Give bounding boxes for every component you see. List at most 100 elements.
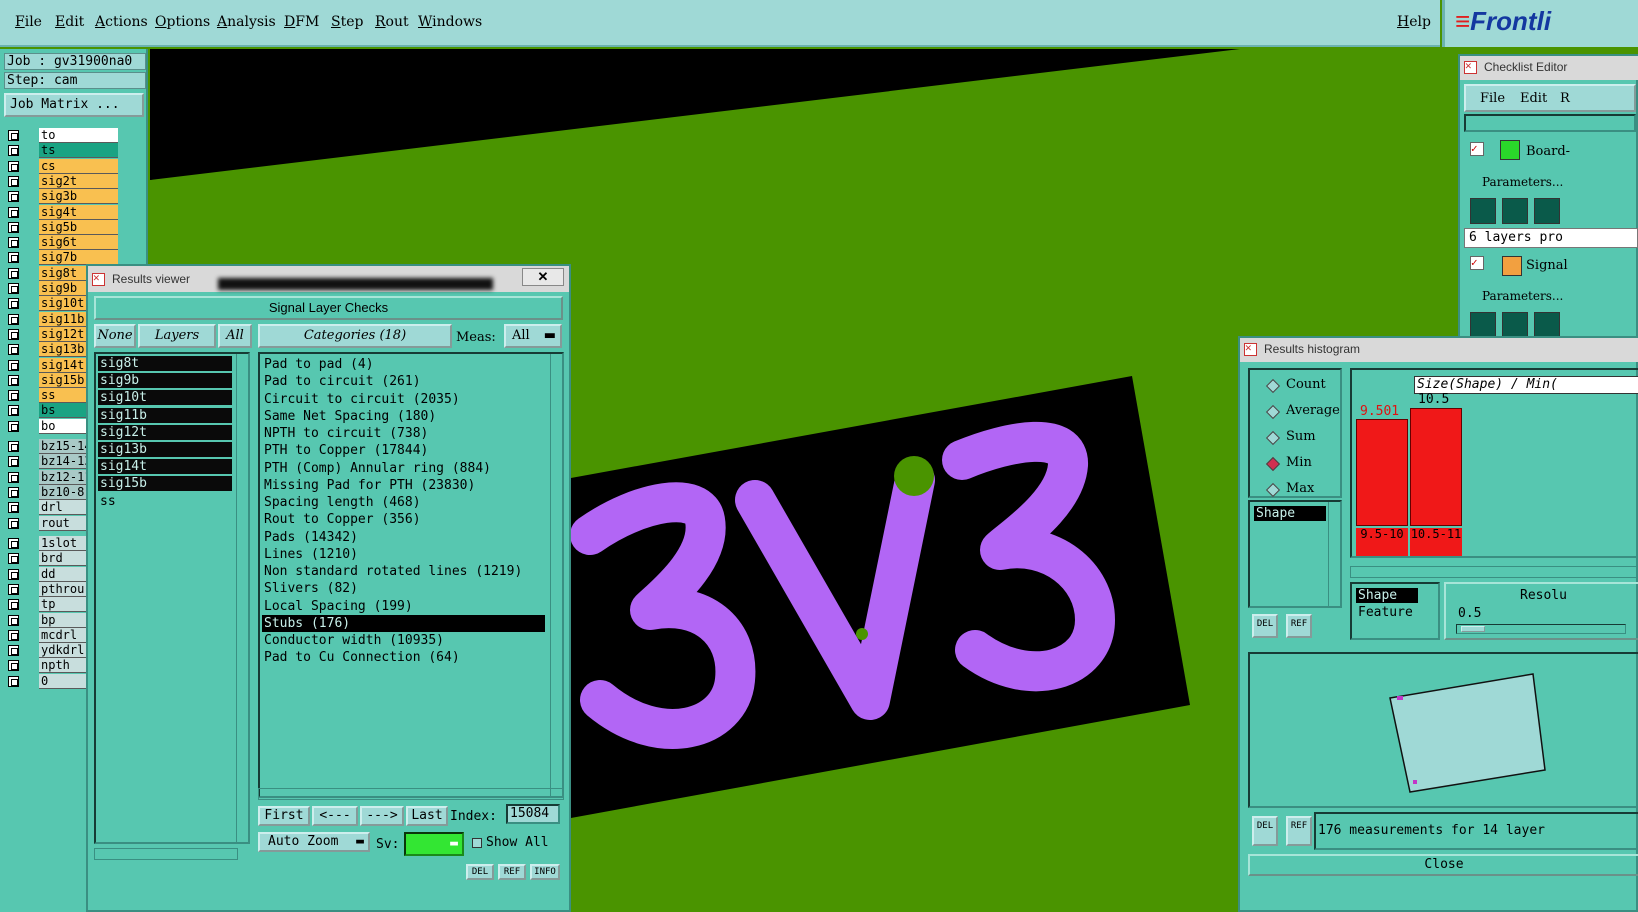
action-icon-3[interactable] xyxy=(1534,198,1560,224)
ce-menu-file[interactable]: File xyxy=(1480,91,1505,106)
sv-color-dropdown[interactable]: ▬ xyxy=(404,832,464,856)
action-icon-6[interactable] xyxy=(1534,312,1560,338)
layer-name[interactable]: sig2t xyxy=(39,173,118,189)
none-button[interactable]: None xyxy=(94,324,136,348)
histogram-bar-2[interactable] xyxy=(1410,408,1462,526)
radio-sum[interactable]: Sum xyxy=(1264,428,1364,446)
layer-checkbox[interactable] xyxy=(8,645,19,657)
histogram-titlebar[interactable]: Results histogram xyxy=(1240,338,1638,362)
shape-list-scrollbar[interactable] xyxy=(1328,502,1340,606)
layer-checkbox[interactable] xyxy=(8,374,19,386)
shape-list-item[interactable]: Shape xyxy=(1254,506,1326,521)
results-viewer-titlebar[interactable]: Results viewer ✕ xyxy=(88,266,569,292)
layer-checkbox[interactable] xyxy=(8,175,19,187)
category-item[interactable]: Conductor width (10935) xyxy=(262,632,545,649)
last-button[interactable]: Last xyxy=(406,806,448,826)
action-icon-5[interactable] xyxy=(1502,312,1528,338)
layer-checkbox[interactable] xyxy=(8,471,19,483)
layer-row[interactable]: sig4t xyxy=(6,204,118,220)
layer-checkbox[interactable] xyxy=(8,441,19,452)
layer-checkbox[interactable] xyxy=(8,456,19,468)
layer-name[interactable]: to xyxy=(39,128,118,143)
radio-average[interactable]: Average xyxy=(1264,402,1364,420)
category-list[interactable]: Pad to pad (4) Pad to circuit (261) Circui… xyxy=(258,352,564,798)
category-item[interactable]: Rout to Copper (356) xyxy=(262,511,545,528)
layer-name[interactable]: sig6t xyxy=(39,235,118,251)
category-item[interactable]: Pads (14342) xyxy=(262,529,545,546)
field-feature[interactable]: Feature xyxy=(1356,605,1426,620)
category-list-hscrollbar[interactable] xyxy=(258,788,564,800)
layer-checkbox[interactable] xyxy=(8,502,19,514)
layer-checkbox[interactable] xyxy=(8,660,19,672)
prev-button[interactable]: <--- xyxy=(312,806,358,826)
category-item[interactable]: PTH to Copper (17844) xyxy=(262,442,545,459)
layer-checkbox[interactable] xyxy=(8,553,19,565)
show-all-checkbox[interactable] xyxy=(472,838,482,848)
check-icon[interactable]: ✓ xyxy=(1470,256,1484,270)
category-item[interactable]: Pad to circuit (261) xyxy=(262,373,545,390)
result-layer-item[interactable]: sig13b xyxy=(98,442,232,457)
hist-del-button[interactable]: DEL xyxy=(1252,614,1278,638)
category-item[interactable]: Local Spacing (199) xyxy=(262,598,545,615)
category-item[interactable]: Pad to Cu Connection (64) xyxy=(262,649,545,666)
layer-checkbox[interactable] xyxy=(8,405,19,417)
field-list[interactable]: Shape Feature xyxy=(1350,582,1440,640)
layer-checkbox[interactable] xyxy=(8,420,19,432)
category-item[interactable]: Circuit to circuit (2035) xyxy=(262,391,545,408)
del-button[interactable]: DEL xyxy=(466,864,494,880)
category-item[interactable]: Stubs (176) xyxy=(262,614,545,632)
checklist-editor-titlebar[interactable]: Checklist Editor xyxy=(1460,56,1638,80)
layer-checkbox[interactable] xyxy=(8,359,19,371)
layer-row[interactable]: sig2t xyxy=(6,173,118,189)
categories-button[interactable]: Categories (18) xyxy=(258,324,452,348)
layer-row[interactable]: ts xyxy=(6,143,118,159)
auto-zoom-dropdown[interactable]: Auto Zoom ▬ xyxy=(258,832,370,852)
action-icon-4[interactable] xyxy=(1470,312,1496,338)
layer-checkbox[interactable] xyxy=(8,599,19,611)
parameters-button-2[interactable]: Parameters... xyxy=(1482,289,1563,303)
layer-checkbox[interactable] xyxy=(8,568,19,580)
signal-item-label[interactable]: Signal xyxy=(1526,258,1568,273)
category-item[interactable]: Missing Pad for PTH (23830) xyxy=(262,477,545,494)
category-item[interactable]: Pad to pad (4) xyxy=(262,356,545,373)
slider-thumb[interactable] xyxy=(1461,626,1485,632)
all-layers-button[interactable]: All xyxy=(218,324,252,348)
layer-checkbox[interactable] xyxy=(8,390,19,402)
result-layer-item[interactable]: sig8t xyxy=(98,356,232,371)
radio-count[interactable]: Count xyxy=(1264,376,1364,394)
action-icon-1[interactable] xyxy=(1470,198,1496,224)
preview-ref-button[interactable]: REF xyxy=(1286,816,1312,846)
layer-name[interactable]: sig4t xyxy=(39,204,118,220)
layer-checkbox[interactable] xyxy=(8,614,19,626)
layer-row[interactable]: cs xyxy=(6,158,118,174)
board-preview[interactable] xyxy=(1248,652,1638,808)
resolution-slider[interactable] xyxy=(1456,624,1626,634)
hist-ref-button[interactable]: REF xyxy=(1286,614,1312,638)
histogram-hscrollbar[interactable] xyxy=(1350,566,1638,578)
category-list-scrollbar[interactable] xyxy=(550,354,562,796)
layers-button[interactable]: Layers xyxy=(138,324,216,348)
category-item[interactable]: Same Net Spacing (180) xyxy=(262,408,545,425)
layer-checkbox[interactable] xyxy=(8,130,19,141)
result-layer-item[interactable]: ss xyxy=(98,494,232,509)
ce-menu-edit[interactable]: Edit xyxy=(1520,91,1547,106)
category-item[interactable]: NPTH to circuit (738) xyxy=(262,425,545,442)
layer-checkbox[interactable] xyxy=(8,160,19,172)
layer-name[interactable]: ts xyxy=(39,143,118,159)
preview-del-button[interactable]: DEL xyxy=(1252,816,1278,846)
info-button[interactable]: INFO xyxy=(530,864,560,880)
layer-row[interactable]: sig5b xyxy=(6,219,118,235)
layer-row[interactable]: to xyxy=(6,128,118,143)
field-shape[interactable]: Shape xyxy=(1356,588,1418,603)
layer-checkbox[interactable] xyxy=(8,328,19,340)
category-item[interactable]: Slivers (82) xyxy=(262,580,545,597)
radio-max[interactable]: Max xyxy=(1264,480,1364,498)
check-icon[interactable]: ✓ xyxy=(1470,142,1484,156)
meas-dropdown[interactable]: All ▬ xyxy=(504,324,562,348)
layer-checkbox[interactable] xyxy=(8,191,19,203)
layer-result-list[interactable]: sig8t sig9b sig10t sig11b sig12t sig13b sig14t… xyxy=(94,352,250,844)
action-icon-2[interactable] xyxy=(1502,198,1528,224)
layer-checkbox[interactable] xyxy=(8,344,19,356)
job-matrix-button[interactable]: Job Matrix ... xyxy=(4,93,144,117)
shape-list[interactable]: Shape xyxy=(1248,500,1342,608)
